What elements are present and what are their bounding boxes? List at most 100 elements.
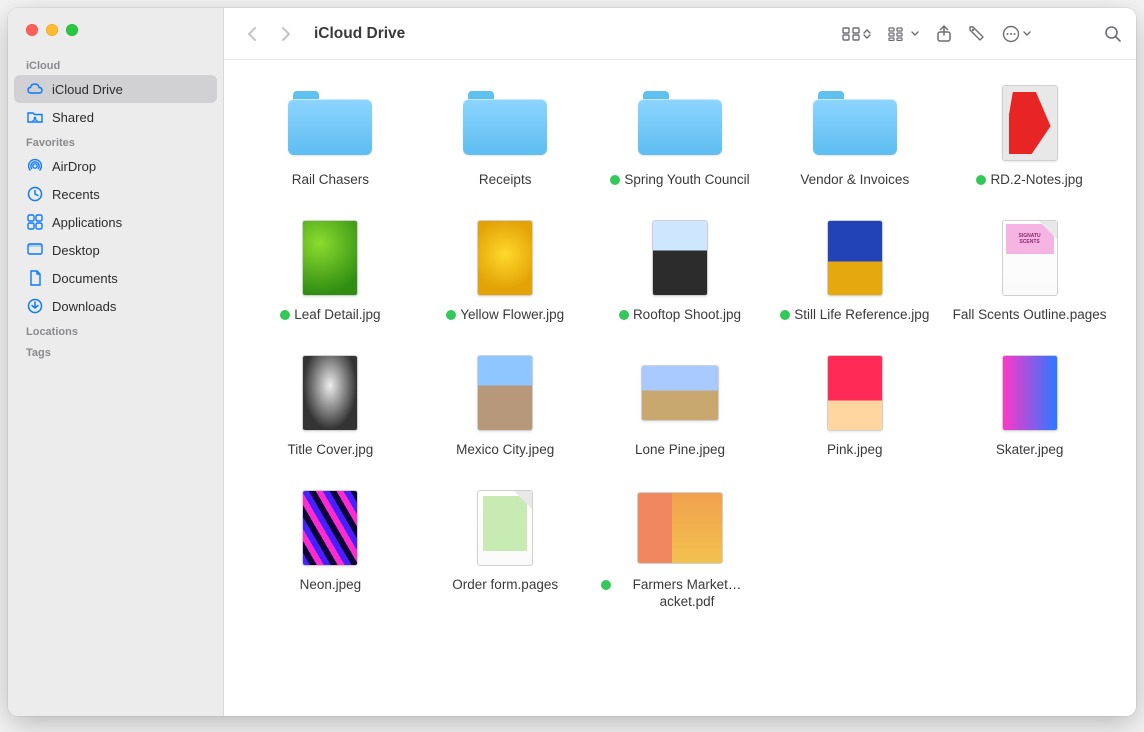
tag-dot-icon xyxy=(780,310,790,320)
file-name-label: Order form.pages xyxy=(452,577,558,594)
more-actions-button[interactable] xyxy=(1002,22,1032,46)
file-name: Receipts xyxy=(479,172,532,189)
sidebar-item-documents[interactable]: Documents xyxy=(14,264,217,292)
image-thumbnail xyxy=(302,355,358,431)
share-button[interactable] xyxy=(936,22,952,46)
file-item[interactable]: Neon.jpeg xyxy=(248,485,413,611)
file-thumbnail xyxy=(637,485,723,571)
sidebar-item-downloads[interactable]: Downloads xyxy=(14,292,217,320)
file-thumbnail xyxy=(287,485,373,571)
search-button[interactable] xyxy=(1104,22,1122,46)
group-icon xyxy=(888,27,908,41)
folder-icon xyxy=(463,91,547,155)
file-item[interactable]: Skater.jpeg xyxy=(947,350,1112,459)
sidebar-item-icloud-drive[interactable]: iCloud Drive xyxy=(14,75,217,103)
image-thumbnail xyxy=(827,355,883,431)
file-name: Farmers Market…acket.pdf xyxy=(601,577,759,611)
share-icon xyxy=(936,25,952,43)
file-thumbnail xyxy=(812,80,898,166)
sidebar-item-label: Desktop xyxy=(52,243,100,258)
file-thumbnail: SIGNATUSCENTS xyxy=(987,215,1073,301)
tag-dot-icon xyxy=(280,310,290,320)
view-mode-selector[interactable] xyxy=(842,22,872,46)
file-name-label: Title Cover.jpg xyxy=(288,442,374,459)
sidebar-item-shared[interactable]: Shared xyxy=(14,103,217,131)
pages-document-icon xyxy=(477,490,533,566)
chevron-down-icon xyxy=(1022,31,1032,37)
sidebar-heading: Tags xyxy=(8,341,223,362)
tag-dot-icon xyxy=(619,310,629,320)
chevron-updown-icon xyxy=(862,28,872,40)
file-item[interactable]: Vendor & Invoices xyxy=(772,80,937,189)
window-controls xyxy=(8,24,223,54)
sidebar-item-recents[interactable]: Recents xyxy=(14,180,217,208)
file-name: Rail Chasers xyxy=(292,172,369,189)
file-item[interactable]: Mexico City.jpeg xyxy=(423,350,588,459)
sidebar-heading: Locations xyxy=(8,320,223,341)
file-name-label: Vendor & Invoices xyxy=(800,172,909,189)
file-name-label: Lone Pine.jpeg xyxy=(635,442,725,459)
sidebar-item-label: Shared xyxy=(52,110,94,125)
file-name: Order form.pages xyxy=(452,577,558,594)
file-name-label: Skater.jpeg xyxy=(996,442,1064,459)
sidebar-item-label: Applications xyxy=(52,215,122,230)
file-name-label: Rooftop Shoot.jpg xyxy=(633,307,741,324)
file-name-label: Yellow Flower.jpg xyxy=(460,307,564,324)
back-button[interactable] xyxy=(238,22,266,46)
file-name-label: Leaf Detail.jpg xyxy=(294,307,380,324)
file-item[interactable]: Rooftop Shoot.jpg xyxy=(598,215,763,324)
image-thumbnail xyxy=(827,220,883,296)
file-item[interactable]: Pink.jpeg xyxy=(772,350,937,459)
close-button[interactable] xyxy=(26,24,38,36)
image-thumbnail xyxy=(302,220,358,296)
file-thumbnail xyxy=(812,215,898,301)
file-name-label: Receipts xyxy=(479,172,532,189)
file-item[interactable]: Spring Youth Council xyxy=(598,80,763,189)
file-name-label: Still Life Reference.jpg xyxy=(794,307,929,324)
file-grid-scroll[interactable]: Rail Chasers Receipts Spring Youth Council… xyxy=(224,60,1136,716)
forward-button[interactable] xyxy=(272,22,300,46)
file-name-label: Neon.jpeg xyxy=(300,577,362,594)
file-name: Skater.jpeg xyxy=(996,442,1064,459)
sidebar-item-airdrop[interactable]: AirDrop xyxy=(14,152,217,180)
file-item[interactable]: SIGNATUSCENTS Fall Scents Outline.pages xyxy=(947,215,1112,324)
file-item[interactable]: RD.2-Notes.jpg xyxy=(947,80,1112,189)
tag-dot-icon xyxy=(601,580,611,590)
fullscreen-button[interactable] xyxy=(66,24,78,36)
chevron-down-icon xyxy=(910,31,920,37)
file-item[interactable]: Farmers Market…acket.pdf xyxy=(598,485,763,611)
file-thumbnail xyxy=(987,350,1073,436)
icon-view-icon xyxy=(842,27,860,41)
downloads-icon xyxy=(26,297,44,315)
file-name: Spring Youth Council xyxy=(610,172,749,189)
file-item[interactable]: Receipts xyxy=(423,80,588,189)
tags-button[interactable] xyxy=(968,22,986,46)
file-name-label: Mexico City.jpeg xyxy=(456,442,554,459)
file-name: Mexico City.jpeg xyxy=(456,442,554,459)
file-thumbnail xyxy=(462,485,548,571)
sidebar-heading: Favorites xyxy=(8,131,223,152)
file-thumbnail xyxy=(637,350,723,436)
group-by-selector[interactable] xyxy=(888,22,920,46)
sidebar-item-applications[interactable]: Applications xyxy=(14,208,217,236)
image-thumbnail xyxy=(1002,85,1058,161)
minimize-button[interactable] xyxy=(46,24,58,36)
file-item[interactable]: Yellow Flower.jpg xyxy=(423,215,588,324)
file-item[interactable]: Order form.pages xyxy=(423,485,588,611)
file-item[interactable]: Leaf Detail.jpg xyxy=(248,215,413,324)
file-item[interactable]: Lone Pine.jpeg xyxy=(598,350,763,459)
folder-icon xyxy=(288,91,372,155)
sidebar-heading: iCloud xyxy=(8,54,223,75)
tag-dot-icon xyxy=(446,310,456,320)
tag-dot-icon xyxy=(976,175,986,185)
sidebar-item-label: Downloads xyxy=(52,299,116,314)
file-item[interactable]: Still Life Reference.jpg xyxy=(772,215,937,324)
file-item[interactable]: Rail Chasers xyxy=(248,80,413,189)
sidebar-item-desktop[interactable]: Desktop xyxy=(14,236,217,264)
file-name: RD.2-Notes.jpg xyxy=(976,172,1082,189)
file-name: Fall Scents Outline.pages xyxy=(953,307,1107,324)
image-thumbnail xyxy=(652,220,708,296)
file-item[interactable]: Title Cover.jpg xyxy=(248,350,413,459)
image-thumbnail xyxy=(477,355,533,431)
folder-icon xyxy=(813,91,897,155)
